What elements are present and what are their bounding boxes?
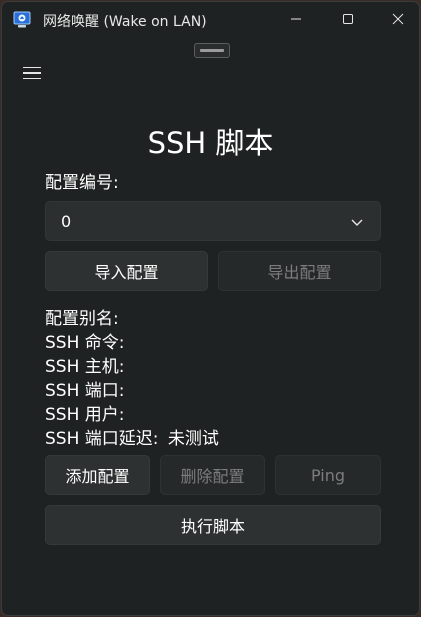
close-button[interactable] bbox=[373, 2, 419, 36]
config-alias-label: 配置别名: bbox=[45, 309, 119, 329]
add-config-button[interactable]: 添加配置 bbox=[45, 455, 150, 495]
drag-handle-bar bbox=[200, 49, 224, 52]
ssh-latency-label: SSH 端口延迟: bbox=[45, 429, 159, 449]
maximize-button[interactable] bbox=[323, 2, 373, 36]
delete-config-button[interactable]: 删除配置 bbox=[160, 455, 265, 495]
ssh-port-label: SSH 端口: bbox=[45, 381, 125, 401]
window-title: 网络唤醒 (Wake on LAN) bbox=[43, 14, 207, 30]
hamburger-menu-icon[interactable] bbox=[19, 60, 47, 86]
menu-line bbox=[23, 72, 41, 74]
menu-line bbox=[23, 66, 41, 69]
export-config-button[interactable]: 导出配置 bbox=[218, 251, 381, 291]
menu-line bbox=[23, 77, 41, 80]
config-number-label: 配置编号: bbox=[45, 173, 119, 193]
ssh-host-label: SSH 主机: bbox=[45, 357, 125, 377]
config-number-select[interactable]: 0 bbox=[45, 201, 381, 241]
chevron-down-icon bbox=[351, 219, 363, 226]
maximize-icon bbox=[343, 14, 353, 24]
config-number-value: 0 bbox=[61, 212, 72, 231]
close-icon bbox=[392, 13, 404, 25]
title-bar[interactable]: 网络唤醒 (Wake on LAN) bbox=[2, 2, 419, 38]
drag-handle[interactable] bbox=[194, 43, 230, 58]
page-title: SSH 脚本 bbox=[147, 126, 274, 160]
ping-button[interactable]: Ping bbox=[275, 455, 381, 495]
ssh-user-label: SSH 用户: bbox=[45, 405, 125, 425]
minimize-icon bbox=[291, 18, 301, 20]
run-script-button[interactable]: 执行脚本 bbox=[45, 505, 381, 545]
app-window: 网络唤醒 (Wake on LAN) SSH 脚本 配置编号: 0 导入配置 导… bbox=[1, 1, 420, 616]
ssh-latency-row: SSH 端口延迟: 未测试 bbox=[45, 424, 219, 449]
import-config-button[interactable]: 导入配置 bbox=[45, 251, 208, 291]
ssh-latency-value: 未测试 bbox=[167, 429, 219, 449]
minimize-button[interactable] bbox=[271, 2, 321, 36]
ssh-command-label: SSH 命令: bbox=[45, 333, 125, 353]
app-icon bbox=[13, 11, 31, 28]
